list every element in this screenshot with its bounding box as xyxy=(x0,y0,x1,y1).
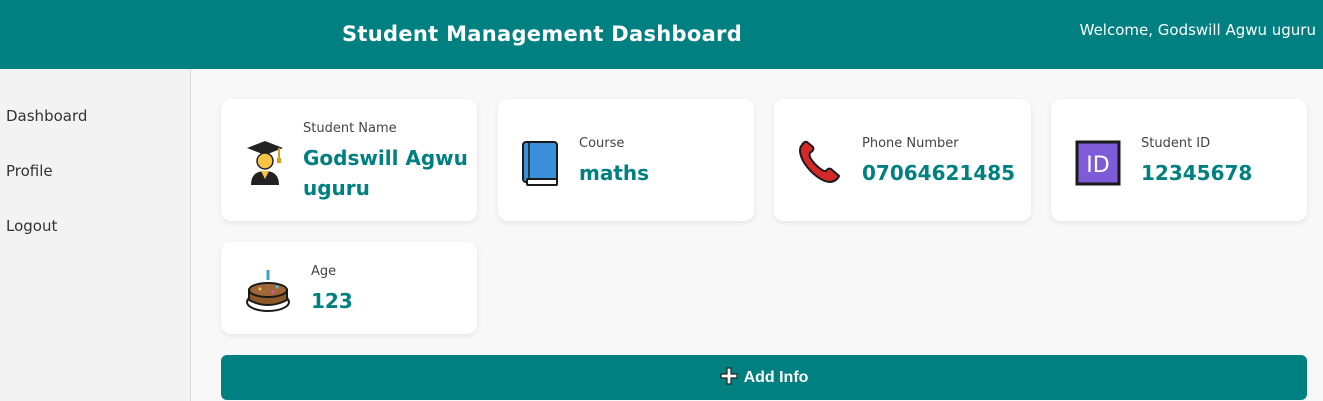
student-id-value: 12345678 xyxy=(1141,161,1253,185)
svg-text:ID: ID xyxy=(1086,153,1109,178)
welcome-message: Welcome, Godswill Agwu uguru xyxy=(1079,21,1316,39)
sidebar-item-profile[interactable]: Profile xyxy=(6,162,53,180)
phone-card: Phone Number 07064621485 xyxy=(774,99,1031,221)
book-icon xyxy=(520,139,560,191)
student-id-label: Student ID xyxy=(1141,136,1211,151)
course-value: maths xyxy=(579,161,650,185)
age-label: Age xyxy=(311,264,337,279)
phone-label: Phone Number xyxy=(862,136,959,151)
page-title: Student Management Dashboard xyxy=(342,22,743,46)
age-card: Age 123 xyxy=(221,242,477,334)
age-value: 123 xyxy=(311,289,353,313)
course-label: Course xyxy=(579,136,625,151)
top-header: Student Management Dashboard Welcome, Go… xyxy=(0,0,1323,69)
id-icon: ID xyxy=(1075,140,1121,190)
sidebar: Dashboard Profile Logout xyxy=(0,69,191,401)
student-id-card: ID Student ID 12345678 xyxy=(1051,99,1307,221)
student-name-card: Student Name Godswill Agwu uguru xyxy=(221,99,477,221)
add-info-label: Add Info xyxy=(743,368,809,386)
graduate-icon xyxy=(245,139,285,191)
sidebar-item-logout[interactable]: Logout xyxy=(6,217,57,235)
student-name-value: Godswill Agwu uguru xyxy=(303,146,468,200)
student-name-label: Student Name xyxy=(303,121,397,136)
cake-icon xyxy=(245,268,291,318)
course-card: Course maths xyxy=(498,99,754,221)
add-info-button[interactable]: Add Info xyxy=(221,355,1307,400)
plus-icon xyxy=(719,366,738,389)
telephone-icon xyxy=(796,139,842,189)
sidebar-item-dashboard[interactable]: Dashboard xyxy=(6,107,87,125)
phone-value: 07064621485 xyxy=(862,161,1016,185)
